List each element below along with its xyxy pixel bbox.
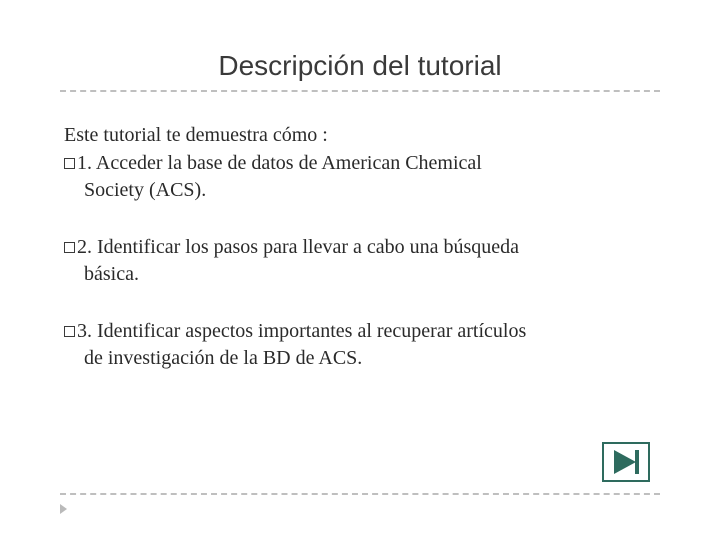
item-text: Acceder la base de datos de American Che…	[96, 152, 482, 174]
square-bullet-icon	[64, 242, 75, 253]
list-item: 1. Acceder la base de datos de American …	[64, 150, 660, 204]
list-item: 3. Identificar aspectos importantes al r…	[64, 318, 660, 372]
square-bullet-icon	[64, 326, 75, 337]
item-text-continuation: básica.	[64, 261, 660, 288]
intro-text: Este tutorial te demuestra cómo :	[64, 122, 660, 148]
item-text-continuation: Society (ACS).	[64, 177, 660, 204]
item-number: 3.	[77, 320, 92, 342]
item-text-continuation: de investigación de la BD de ACS.	[64, 345, 660, 372]
square-bullet-icon	[64, 158, 75, 169]
play-forward-icon	[602, 442, 650, 482]
content-area: Este tutorial te demuestra cómo : 1. Acc…	[60, 122, 660, 372]
slide-container: Descripción del tutorial Este tutorial t…	[0, 0, 720, 540]
list-item: 2. Identificar los pasos para llevar a c…	[64, 234, 660, 288]
next-button[interactable]	[602, 442, 650, 482]
item-text: Identificar los pasos para llevar a cabo…	[97, 236, 519, 258]
item-number: 1.	[77, 152, 92, 174]
slide-title: Descripción del tutorial	[60, 50, 660, 82]
corner-marker-icon	[60, 504, 67, 514]
item-text: Identificar aspectos importantes al recu…	[97, 320, 526, 342]
title-divider	[60, 90, 660, 92]
item-number: 2.	[77, 236, 92, 258]
bottom-divider	[60, 493, 660, 495]
